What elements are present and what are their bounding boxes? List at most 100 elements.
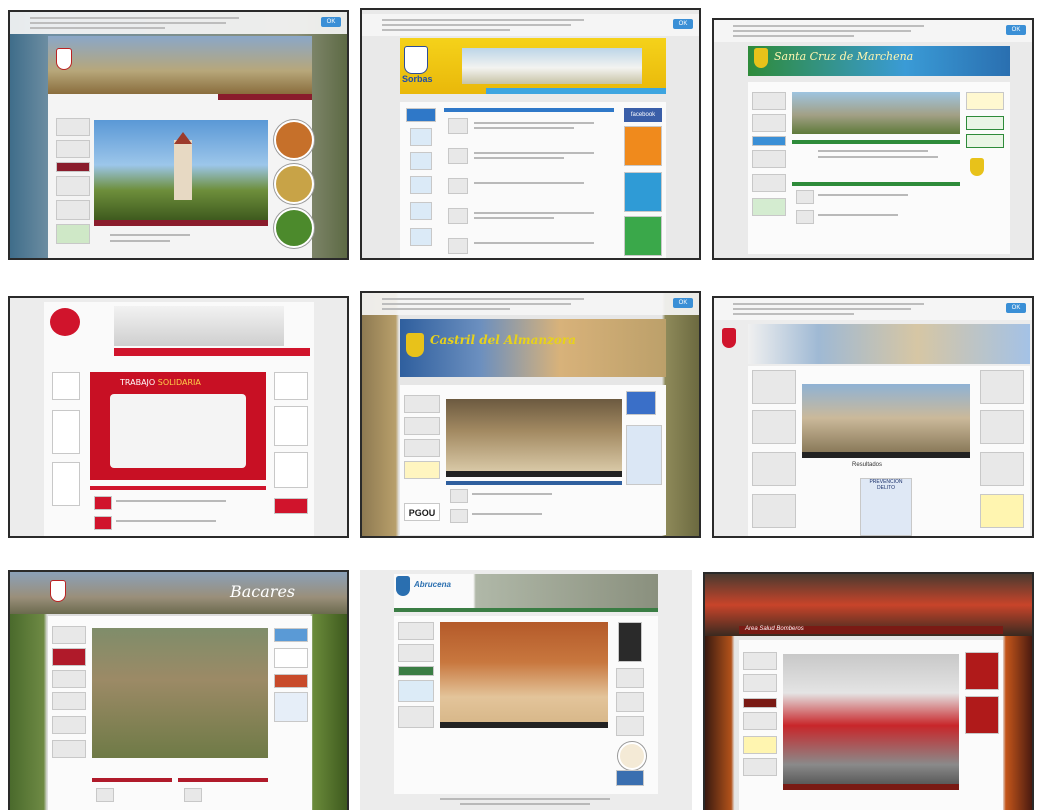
facebook-widget[interactable]: facebook xyxy=(624,108,662,122)
badge-icon[interactable] xyxy=(618,742,646,770)
side-photo[interactable] xyxy=(616,692,644,712)
pgou-link[interactable]: PGOU xyxy=(404,503,440,521)
promo-banner[interactable] xyxy=(624,126,662,166)
circle-link[interactable] xyxy=(274,120,314,160)
sidebar-button[interactable] xyxy=(398,622,434,640)
sidebar-button[interactable] xyxy=(56,140,90,158)
slideshow-slide[interactable]: TRABAJO SOLIDARIA xyxy=(90,372,266,480)
sidebar-button[interactable] xyxy=(752,198,786,216)
accept-button[interactable]: OK xyxy=(1006,303,1026,313)
side-link[interactable] xyxy=(274,372,308,400)
slideshow-photo[interactable] xyxy=(792,92,960,134)
sidebar-icon-link[interactable] xyxy=(410,152,432,170)
health-icon[interactable] xyxy=(274,648,308,668)
sidebar-button[interactable] xyxy=(398,706,434,728)
circle-link[interactable] xyxy=(274,208,314,248)
news-thumb[interactable] xyxy=(96,788,114,802)
news-thumb[interactable] xyxy=(448,148,468,164)
side-link[interactable] xyxy=(980,370,1024,404)
slideshow-controls[interactable] xyxy=(440,722,608,728)
sidebar-button[interactable] xyxy=(52,626,86,644)
circle-link[interactable] xyxy=(274,164,314,204)
sidebar-button[interactable] xyxy=(56,224,90,244)
news-thumb[interactable] xyxy=(796,210,814,224)
sidebar-button[interactable] xyxy=(398,666,434,676)
accept-button[interactable]: OK xyxy=(673,298,693,308)
thumbnail-municipal-site-5[interactable]: Castril del Almanzora PGOU OK xyxy=(360,291,701,538)
nav-bar[interactable] xyxy=(114,348,310,356)
sidebar-icon-link[interactable] xyxy=(410,202,432,220)
sidebar-button[interactable] xyxy=(752,92,786,110)
side-link[interactable] xyxy=(980,452,1024,486)
side-link[interactable] xyxy=(980,410,1024,444)
thumbnail-municipal-site-2[interactable]: Sorbas facebook OK xyxy=(360,8,701,260)
nav-bar[interactable] xyxy=(394,608,658,612)
news-thumb[interactable] xyxy=(94,496,112,510)
side-widget[interactable] xyxy=(966,92,1004,110)
side-widget[interactable] xyxy=(274,674,308,688)
sidebar-button[interactable] xyxy=(752,136,786,146)
thumbnail-municipal-site-7[interactable]: Bacares xyxy=(8,570,349,810)
sidebar-button[interactable] xyxy=(743,698,777,708)
weather-widget[interactable] xyxy=(274,692,308,722)
sidebar-icon-link[interactable] xyxy=(406,108,436,122)
slideshow-photo[interactable] xyxy=(440,622,608,722)
news-thumb[interactable] xyxy=(796,190,814,204)
sidebar-button[interactable] xyxy=(404,417,440,435)
side-banner[interactable] xyxy=(965,696,999,734)
sidebar-button[interactable] xyxy=(52,670,86,688)
news-thumb[interactable] xyxy=(448,238,468,254)
sidebar-button[interactable] xyxy=(752,174,786,192)
sidebar-button[interactable] xyxy=(56,162,90,172)
sidebar-button[interactable] xyxy=(752,150,786,168)
news-thumb[interactable] xyxy=(450,489,468,503)
thumbnail-municipal-site-1[interactable]: OK xyxy=(8,10,349,260)
sidebar-link[interactable] xyxy=(752,410,796,444)
video-controls[interactable] xyxy=(802,452,970,458)
sidebar-button[interactable] xyxy=(52,692,86,710)
side-photo[interactable] xyxy=(616,668,644,688)
slideshow-photo[interactable] xyxy=(92,628,268,758)
sidebar-button[interactable] xyxy=(398,644,434,662)
sidebar-link[interactable] xyxy=(752,452,796,486)
news-thumb[interactable] xyxy=(448,208,468,224)
sidebar-icon-link[interactable] xyxy=(52,410,80,454)
sidebar-button[interactable] xyxy=(56,176,90,196)
camera-icon[interactable] xyxy=(626,391,656,415)
sidebar-link[interactable] xyxy=(752,370,796,404)
promo-banner[interactable] xyxy=(624,172,662,212)
side-banner[interactable] xyxy=(616,770,644,786)
video-player[interactable] xyxy=(802,384,970,452)
news-thumb[interactable] xyxy=(94,516,112,530)
thumbnail-municipal-site-8[interactable]: Abrucena xyxy=(360,570,692,810)
sidebar-button[interactable] xyxy=(56,200,90,220)
sidebar-button[interactable] xyxy=(398,680,434,702)
sidebar-button[interactable] xyxy=(743,674,777,692)
sidebar-button[interactable] xyxy=(56,118,90,136)
thumbnail-municipal-site-4[interactable]: TRABAJO SOLIDARIA xyxy=(8,296,349,538)
side-link[interactable] xyxy=(274,406,308,446)
thumbnail-municipal-site-3[interactable]: Santa Cruz de Marchena OK xyxy=(712,18,1034,260)
sidebar-button[interactable] xyxy=(52,740,86,758)
side-link[interactable] xyxy=(274,452,308,488)
side-poster[interactable] xyxy=(618,622,642,662)
sidebar-button[interactable] xyxy=(752,114,786,132)
side-link[interactable] xyxy=(980,494,1024,528)
sidebar-button[interactable] xyxy=(743,712,777,730)
promo-banner[interactable] xyxy=(624,216,662,256)
nav-bar[interactable] xyxy=(486,88,666,94)
event-thumb[interactable] xyxy=(184,788,202,802)
sidebar-button[interactable] xyxy=(743,652,777,670)
sidebar-icon-link[interactable] xyxy=(52,372,80,400)
accept-button[interactable]: OK xyxy=(673,19,693,29)
sidebar-icon-link[interactable] xyxy=(410,128,432,146)
video-player[interactable] xyxy=(446,399,622,471)
slideshow-photo[interactable] xyxy=(783,654,959,784)
sidebar-button[interactable] xyxy=(404,439,440,457)
side-button[interactable] xyxy=(966,134,1004,148)
accept-button[interactable]: OK xyxy=(1006,25,1026,35)
sidebar-button[interactable] xyxy=(52,716,86,734)
side-photo[interactable] xyxy=(616,716,644,736)
side-widget[interactable] xyxy=(274,628,308,642)
thumbnail-municipal-site-6[interactable]: Resultados PREVENCION DELITO OK xyxy=(712,296,1034,538)
